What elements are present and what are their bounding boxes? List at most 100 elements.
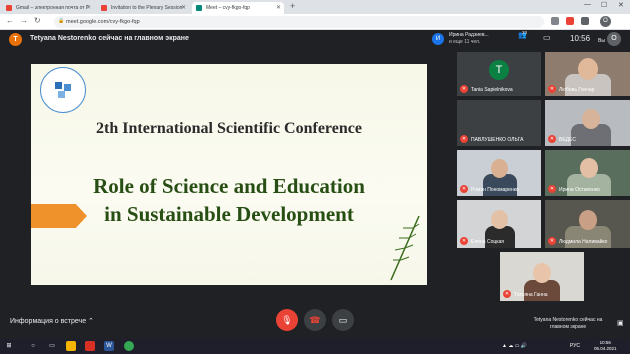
presenting-status: Tetyana Nestorenko сейчас на главном экр… <box>533 317 603 330</box>
people-count: 23 <box>522 30 528 35</box>
video-face <box>491 210 508 229</box>
meeting-info-label: Информация о встрече <box>10 318 87 325</box>
pdf-icon[interactable] <box>85 341 95 351</box>
participant-tile[interactable]: ✕ Елена Соцкая <box>457 200 541 248</box>
browser-tab-bar: Gmail – электронная почта от Г ✕ Invitat… <box>0 0 630 14</box>
mic-toggle-button[interactable]: 🎙 <box>276 309 298 331</box>
system-clock[interactable]: 10:56 05.04.2021 <box>594 340 617 352</box>
participant-tile[interactable]: ✕ Роман Пономаренко <box>457 150 541 196</box>
tab-title: Invitation to the Plenary Session <box>111 5 183 11</box>
extension-icon[interactable] <box>581 17 589 25</box>
mic-off-icon: ✕ <box>460 185 468 193</box>
url-text: meet.google.com/cvy-fkgo-fqp <box>66 19 140 25</box>
word-icon[interactable]: W <box>104 341 114 351</box>
close-icon[interactable]: ✕ <box>276 4 281 11</box>
tray-icons[interactable]: ▲ ☁ ▭ 🔊 <box>502 343 527 349</box>
language-indicator[interactable]: РУС <box>570 343 580 349</box>
self-avatar[interactable]: O <box>607 32 621 46</box>
video-face <box>580 158 598 178</box>
extension-icon[interactable] <box>566 17 574 25</box>
participant-tile[interactable]: T ✕ Tania Sapielnikova <box>457 52 541 96</box>
reload-icon[interactable]: ↻ <box>34 16 41 25</box>
slide-subtitle: 2th International Scientific Conference <box>96 120 362 137</box>
mic-off-icon: ✕ <box>548 85 556 93</box>
video-face <box>578 58 598 80</box>
camera-toggle-button[interactable]: ▭ <box>332 309 354 331</box>
participant-name: Ирина Остапенко <box>559 187 600 193</box>
leaf-decoration <box>390 215 420 281</box>
windows-start-icon[interactable]: ⊞ <box>4 341 14 351</box>
people-icon[interactable]: 👥 23 <box>518 30 528 39</box>
participant-tile[interactable]: ✕ ПАВЛУШЕНКО ОЛЬГА <box>457 100 541 146</box>
chrome-icon[interactable] <box>124 341 134 351</box>
clock-date: 05.04.2021 <box>594 346 617 351</box>
slide-title-line2: in Sustainable Development <box>104 202 354 226</box>
participant-tile[interactable]: ✕ Татьяна Ганна <box>500 252 584 301</box>
participant-tile[interactable]: ✕ Людмила Наливайко <box>545 200 630 248</box>
close-icon[interactable]: ✕ <box>86 4 91 11</box>
profile-avatar[interactable]: O <box>600 16 611 27</box>
task-view-icon[interactable]: ▭ <box>47 341 57 351</box>
tab-invitation[interactable]: Invitation to the Plenary Session ✕ <box>97 2 189 14</box>
participant-more: и еще 11 чел. <box>449 39 481 45</box>
mic-off-icon: ✕ <box>548 237 556 245</box>
address-bar-row: ← → ↻ 🔒 meet.google.com/cvy-fkgo-fqp O <box>0 14 630 30</box>
mic-off-icon: ✕ <box>503 290 511 298</box>
participant-name: Елена Соцкая <box>471 239 505 245</box>
mic-off-icon: ✕ <box>548 135 556 143</box>
maximize-icon[interactable]: ☐ <box>601 1 607 9</box>
close-icon[interactable]: ✕ <box>181 4 186 11</box>
end-call-button[interactable]: ☎ <box>304 309 326 331</box>
url-input[interactable]: 🔒 meet.google.com/cvy-fkgo-fqp <box>54 16 544 28</box>
search-icon[interactable]: ○ <box>28 341 38 351</box>
avatar: T <box>489 60 509 80</box>
logo-mark-icon <box>55 82 71 98</box>
tab-title: Meet – cvy-fkgo-fqp <box>206 5 250 11</box>
participant-name: Роман Пономаренко <box>471 187 519 193</box>
meeting-clock: 10:56 <box>570 34 591 43</box>
video-face <box>582 109 600 129</box>
tab-gmail[interactable]: Gmail – электронная почта от Г ✕ <box>2 2 94 14</box>
participant-tile[interactable]: ✕ Ирина Остапенко <box>545 150 630 196</box>
meet-icon <box>196 5 202 11</box>
video-face <box>491 159 508 178</box>
back-icon[interactable]: ← <box>6 16 14 25</box>
mic-off-icon: ✕ <box>460 85 468 93</box>
close-window-icon[interactable]: ✕ <box>618 1 624 9</box>
extension-icon[interactable] <box>551 17 559 25</box>
presentation-slide: 2th International Scientific Conference … <box>31 64 427 285</box>
participant-name: ПАВЛУШЕНКО ОЛЬГА <box>471 137 524 143</box>
participants-chip[interactable]: И Ирина Радзиев... и еще 11 чел. <box>432 31 502 48</box>
new-tab-button[interactable]: + <box>290 1 295 11</box>
video-face <box>533 263 551 283</box>
participant-name: Татьяна Ганна <box>514 292 548 298</box>
gmail-icon <box>6 5 12 11</box>
avatar: И <box>432 33 444 45</box>
participant-name: Людмила Наливайко <box>559 239 608 245</box>
minimize-icon[interactable]: — <box>584 1 591 8</box>
participant-tile[interactable]: ✕ Любовь Гончар <box>545 52 630 96</box>
you-label: Вы <box>598 38 605 44</box>
chat-icon[interactable]: ▭ <box>543 33 551 42</box>
participant-name: Ирина Радзиев... <box>449 32 489 38</box>
participant-tile[interactable]: ✕ ВЕДЕС <box>545 100 630 146</box>
presenter-avatar: T <box>9 33 22 46</box>
explorer-icon[interactable] <box>66 341 76 351</box>
slide-title-line1: Role of Science and Education <box>93 174 365 198</box>
mic-off-icon: ✕ <box>460 135 468 143</box>
tab-meet[interactable]: Meet – cvy-fkgo-fqp ✕ <box>192 2 284 14</box>
video-face <box>579 210 597 230</box>
camera-icon: ▭ <box>338 315 348 325</box>
lock-icon: 🔒 <box>58 18 65 24</box>
mic-off-icon: 🎙 <box>281 315 293 325</box>
presenter-title: Tetyana Nestorenko сейчас на главном экр… <box>30 35 189 42</box>
participant-name: Любовь Гончар <box>559 87 595 93</box>
gmail-icon <box>101 5 107 11</box>
present-screen-icon[interactable]: ▣ <box>617 319 624 327</box>
forward-icon[interactable]: → <box>20 16 28 25</box>
tab-title: Gmail – электронная почта от Г <box>16 5 89 11</box>
call-end-icon: ☎ <box>309 315 321 325</box>
participant-name: ВЕДЕС <box>559 137 577 143</box>
meeting-details-button[interactable]: Информация о встрече ⌃ <box>10 317 94 325</box>
mic-off-icon: ✕ <box>460 237 468 245</box>
